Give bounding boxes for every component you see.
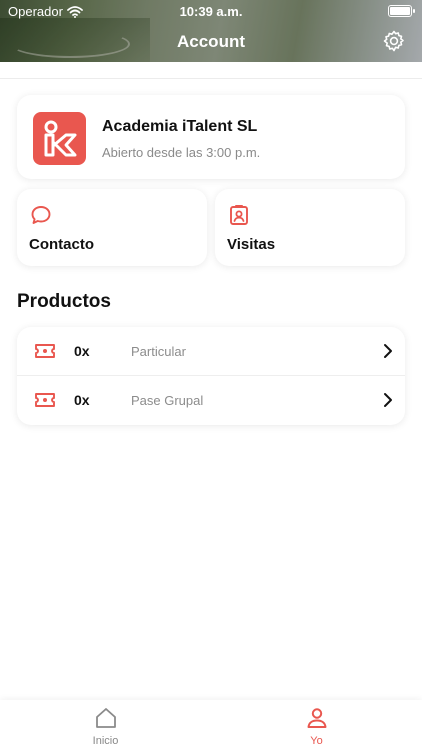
user-icon xyxy=(307,708,327,728)
gear-icon xyxy=(383,30,404,52)
product-row-particular[interactable]: 0x Particular xyxy=(17,327,405,376)
visits-label: Visitas xyxy=(227,236,276,253)
tab-label: Yo xyxy=(310,735,323,747)
business-hours-status: Abierto desde las 3:00 p.m. xyxy=(102,145,261,160)
chevron-right-icon xyxy=(384,393,392,407)
ticket-icon xyxy=(35,344,55,358)
home-icon xyxy=(96,708,116,728)
header-divider xyxy=(0,78,422,79)
contact-tile[interactable]: Contacto xyxy=(17,189,207,266)
ticket-icon xyxy=(35,393,55,407)
product-name: Pase Grupal xyxy=(131,393,204,408)
header-banner: Operador 10:39 a.m. Account xyxy=(0,0,422,62)
tab-bar: Inicio Yo xyxy=(0,700,422,750)
page-title: Account xyxy=(177,32,245,51)
business-logo xyxy=(33,112,86,165)
italent-logo-icon xyxy=(44,120,77,157)
id-badge-icon xyxy=(228,204,250,226)
business-name: Academia iTalent SL xyxy=(102,118,258,135)
products-section-title: Productos xyxy=(17,291,111,312)
tab-label: Inicio xyxy=(92,735,119,747)
status-time: 10:39 a.m. xyxy=(179,4,243,19)
business-card[interactable]: Academia iTalent SL Abierto desde las 3:… xyxy=(17,95,405,179)
product-quantity: 0x xyxy=(74,392,90,408)
product-row-pase-grupal[interactable]: 0x Pase Grupal xyxy=(17,376,405,425)
product-quantity: 0x xyxy=(74,343,90,359)
product-name: Particular xyxy=(131,344,186,359)
chat-bubble-icon xyxy=(30,204,52,226)
contact-label: Contacto xyxy=(29,236,94,253)
settings-button[interactable] xyxy=(382,29,406,53)
battery-icon xyxy=(388,5,415,17)
visits-tile[interactable]: Visitas xyxy=(215,189,405,266)
products-list: 0x Particular 0x Pase Grupal xyxy=(17,327,405,425)
tab-yo[interactable]: Yo xyxy=(211,700,422,750)
chevron-right-icon xyxy=(384,344,392,358)
tab-inicio[interactable]: Inicio xyxy=(0,700,211,750)
status-bar: Operador 10:39 a.m. xyxy=(0,0,422,22)
